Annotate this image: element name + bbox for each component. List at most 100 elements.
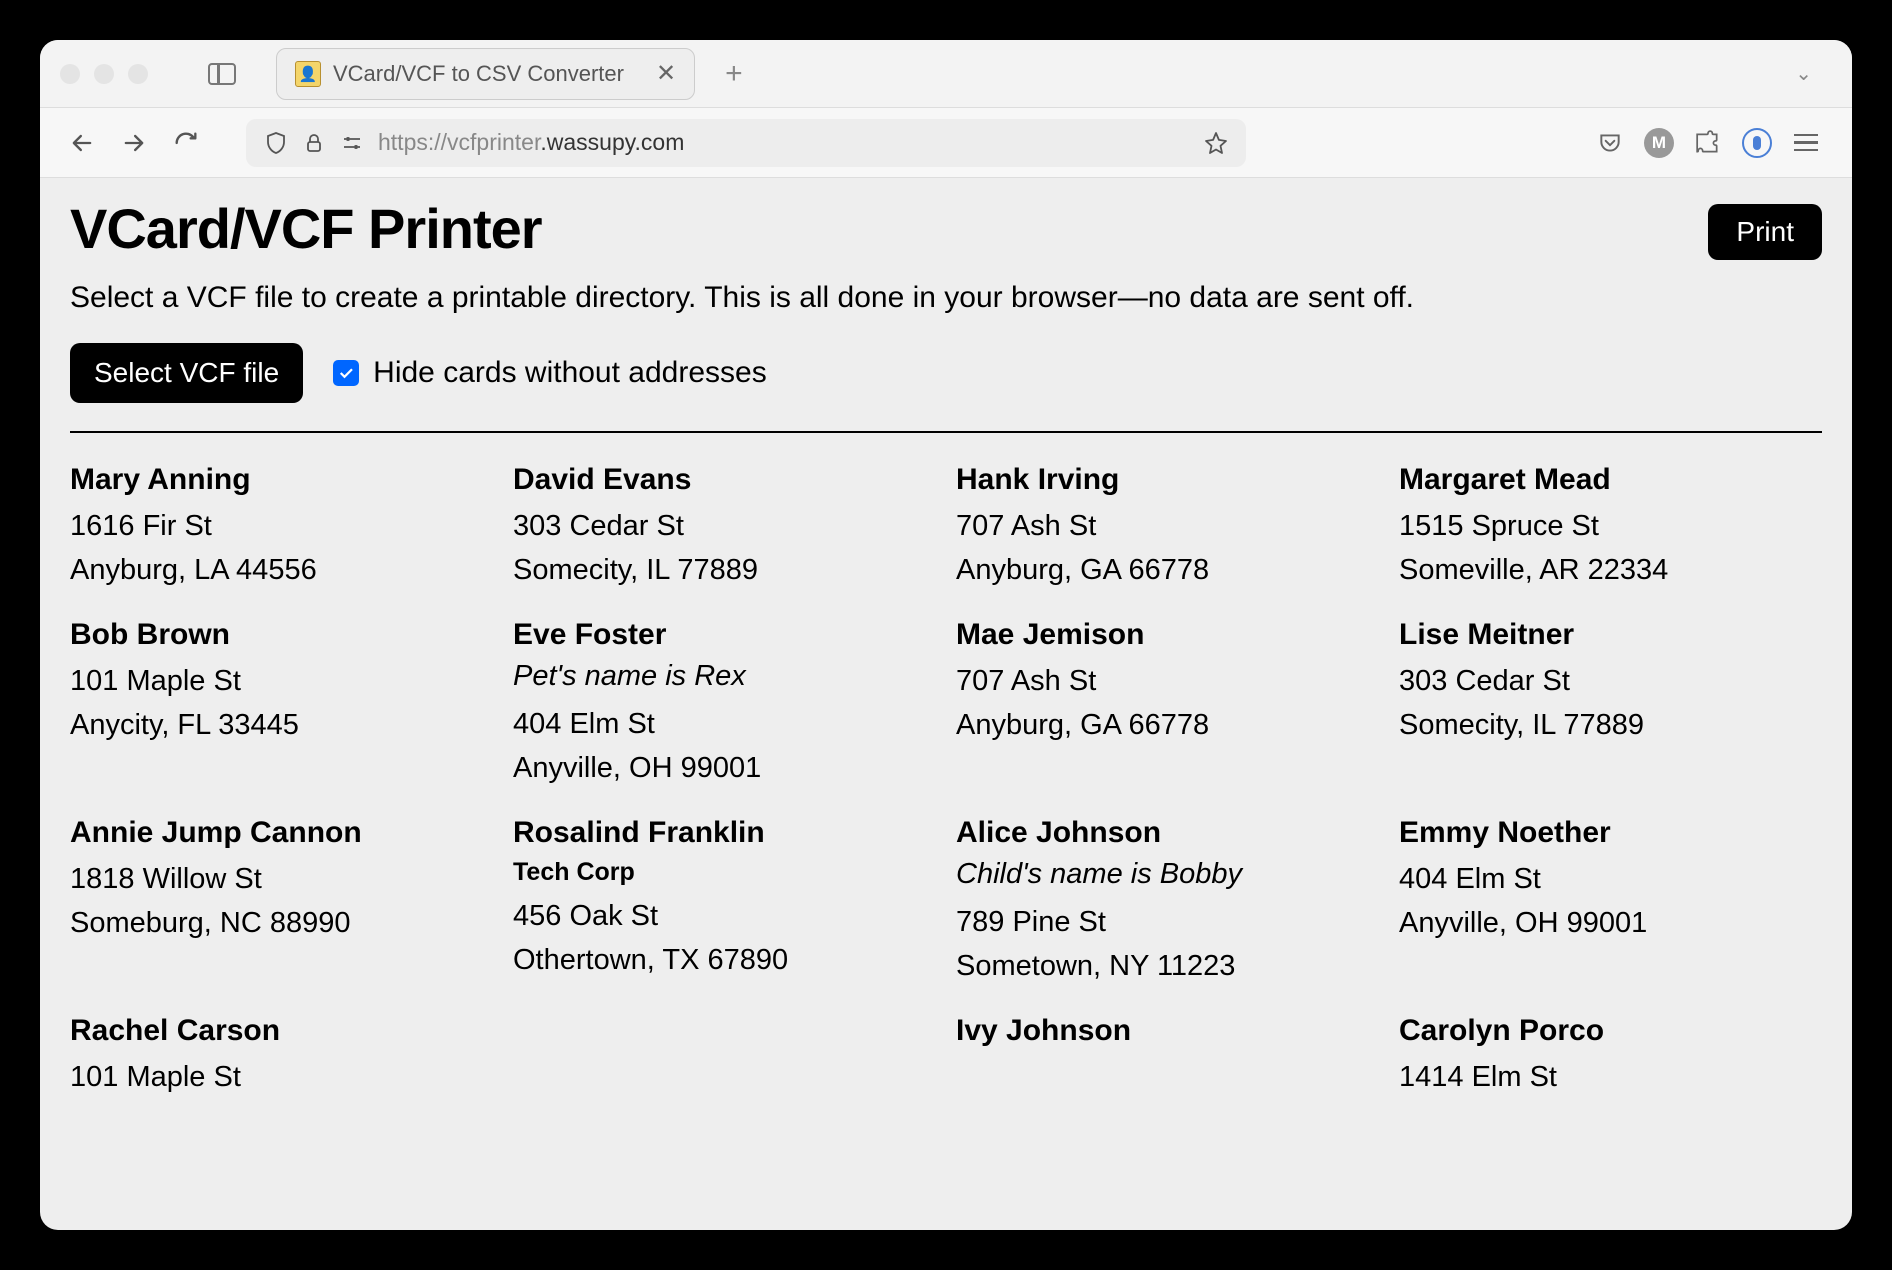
contact-address-line1: 1818 Willow St: [70, 858, 493, 902]
lock-icon: [302, 131, 326, 155]
close-window-button[interactable]: [60, 64, 80, 84]
check-icon: [337, 364, 355, 382]
contact-company: Tech Corp: [513, 858, 936, 887]
forward-button[interactable]: [112, 121, 156, 165]
contact-name: Lise Meitner: [1399, 618, 1822, 652]
card-grid: Mary Anning 1616 Fir StAnyburg, LA 44556 B…: [70, 433, 1822, 1100]
contact-address-line1: 789 Pine St: [956, 901, 1379, 945]
pocket-button[interactable]: [1594, 127, 1626, 159]
arrow-right-icon: [120, 129, 148, 157]
contact-card: David Evans 303 Cedar StSomecity, IL 7788…: [513, 463, 936, 592]
back-button[interactable]: [60, 121, 104, 165]
tab[interactable]: 👤 VCard/VCF to CSV Converter ✕: [276, 48, 695, 100]
contact-address-line2: Anyburg, GA 66778: [956, 704, 1379, 748]
contact-address-line2: Anyville, OH 99001: [1399, 902, 1822, 946]
contact-name: David Evans: [513, 463, 936, 497]
puzzle-icon: [1695, 130, 1721, 156]
tabs-overflow-button[interactable]: ⌄: [1795, 61, 1812, 86]
chevron-down-icon: ⌄: [1795, 63, 1812, 85]
page-title: VCard/VCF Printer: [70, 196, 542, 261]
contact-name: Hank Irving: [956, 463, 1379, 497]
print-button[interactable]: Print: [1708, 204, 1822, 260]
minimize-window-button[interactable]: [94, 64, 114, 84]
select-file-button[interactable]: Select VCF file: [70, 343, 303, 403]
contact-name: Bob Brown: [70, 618, 493, 652]
contact-name: Carolyn Porco: [1399, 1014, 1822, 1048]
contact-card: Bob Brown 101 Maple StAnycity, FL 33445: [70, 618, 493, 790]
url-text: https://vcfprinter.wassupy.com: [378, 129, 1190, 156]
contact-address-line1: 707 Ash St: [956, 505, 1379, 549]
extensions-button[interactable]: [1692, 127, 1724, 159]
contact-address-line1: 303 Cedar St: [513, 505, 936, 549]
contact-card: Ivy Johnson: [956, 1014, 1379, 1100]
url-host-domain: .wassupy.com: [540, 129, 684, 155]
permissions-icon: [340, 131, 364, 155]
contact-address-line2: Anyburg, LA 44556: [70, 549, 493, 593]
close-tab-button[interactable]: ✕: [656, 59, 676, 88]
favicon-icon: 👤: [295, 61, 321, 87]
contact-card: Rachel Carson 101 Maple St: [70, 1014, 493, 1100]
contact-address-line1: 1616 Fir St: [70, 505, 493, 549]
contact-card: Annie Jump Cannon 1818 Willow StSomeburg,…: [70, 816, 493, 988]
sidebar-toggle-icon[interactable]: [208, 63, 236, 85]
contact-name: Mae Jemison: [956, 618, 1379, 652]
reload-button[interactable]: [164, 121, 208, 165]
contact-card: Emmy Noether 404 Elm StAnyville, OH 99001: [1399, 816, 1822, 988]
contact-name: Rosalind Franklin: [513, 816, 936, 850]
contact-address-line1: 707 Ash St: [956, 660, 1379, 704]
contact-note: Child's name is Bobby: [956, 858, 1379, 891]
hide-no-address-checkbox[interactable]: [333, 360, 359, 386]
contact-address-line1: 101 Maple St: [70, 660, 493, 704]
page-description: Select a VCF file to create a printable …: [70, 281, 1822, 315]
onepassword-button[interactable]: [1742, 128, 1772, 158]
toolbar: https://vcfprinter.wassupy.com M: [40, 108, 1852, 178]
contact-card: Mae Jemison 707 Ash StAnyburg, GA 66778: [956, 618, 1379, 790]
account-initial: M: [1652, 133, 1666, 153]
contact-address-line2: Somecity, IL 77889: [513, 549, 936, 593]
contact-address-line2: Anyburg, GA 66778: [956, 549, 1379, 593]
contact-name: Ivy Johnson: [956, 1014, 1379, 1048]
contact-address-line2: Somecity, IL 77889: [1399, 704, 1822, 748]
contact-name: Mary Anning: [70, 463, 493, 497]
contact-name: Alice Johnson: [956, 816, 1379, 850]
contact-card: Lise Meitner 303 Cedar StSomecity, IL 778…: [1399, 618, 1822, 790]
contact-name: Annie Jump Cannon: [70, 816, 493, 850]
contact-address-line1: 101 Maple St: [70, 1056, 493, 1100]
contact-address-line1: 1515 Spruce St: [1399, 505, 1822, 549]
pocket-icon: [1597, 130, 1623, 156]
url-host-prefix: https://vcfprinter: [378, 129, 540, 155]
page-content: VCard/VCF Printer Print Select a VCF fil…: [40, 178, 1852, 1230]
titlebar: 👤 VCard/VCF to CSV Converter ✕ + ⌄: [40, 40, 1852, 108]
contact-card: Eve Foster Pet's name is Rex 404 Elm StAny…: [513, 618, 936, 790]
contact-address-line2: Someville, AR 22334: [1399, 549, 1822, 593]
maximize-window-button[interactable]: [128, 64, 148, 84]
contact-address-line2: Anycity, FL 33445: [70, 704, 493, 748]
contact-card: Mary Anning 1616 Fir StAnyburg, LA 44556: [70, 463, 493, 592]
contact-address-line2: Someburg, NC 88990: [70, 902, 493, 946]
window-controls: [60, 64, 148, 84]
controls-row: Select VCF file Hide cards without addre…: [70, 343, 1822, 433]
checkbox-label: Hide cards without addresses: [373, 356, 767, 390]
new-tab-button[interactable]: +: [725, 57, 743, 91]
url-bar[interactable]: https://vcfprinter.wassupy.com: [246, 119, 1246, 167]
contact-address-line1: 404 Elm St: [513, 703, 936, 747]
contact-address-line2: Anyville, OH 99001: [513, 747, 936, 791]
contact-name: Eve Foster: [513, 618, 936, 652]
contact-card: Margaret Mead 1515 Spruce StSomeville, AR…: [1399, 463, 1822, 592]
contact-address-line1: 404 Elm St: [1399, 858, 1822, 902]
contact-address-line1: 303 Cedar St: [1399, 660, 1822, 704]
contact-address-line1: 456 Oak St: [513, 895, 936, 939]
contact-address-line2: Sometown, NY 11223: [956, 945, 1379, 989]
contact-address-line1: 1414 Elm St: [1399, 1056, 1822, 1100]
menu-button[interactable]: [1790, 127, 1822, 159]
account-button[interactable]: M: [1644, 128, 1674, 158]
contact-name: Rachel Carson: [70, 1014, 493, 1048]
arrow-left-icon: [68, 129, 96, 157]
bookmark-button[interactable]: [1204, 131, 1228, 155]
reload-icon: [172, 129, 200, 157]
contact-name: Margaret Mead: [1399, 463, 1822, 497]
contact-card: Hank Irving 707 Ash StAnyburg, GA 66778: [956, 463, 1379, 592]
tab-title: VCard/VCF to CSV Converter: [333, 61, 624, 87]
contact-name: Emmy Noether: [1399, 816, 1822, 850]
contact-note: Pet's name is Rex: [513, 660, 936, 693]
